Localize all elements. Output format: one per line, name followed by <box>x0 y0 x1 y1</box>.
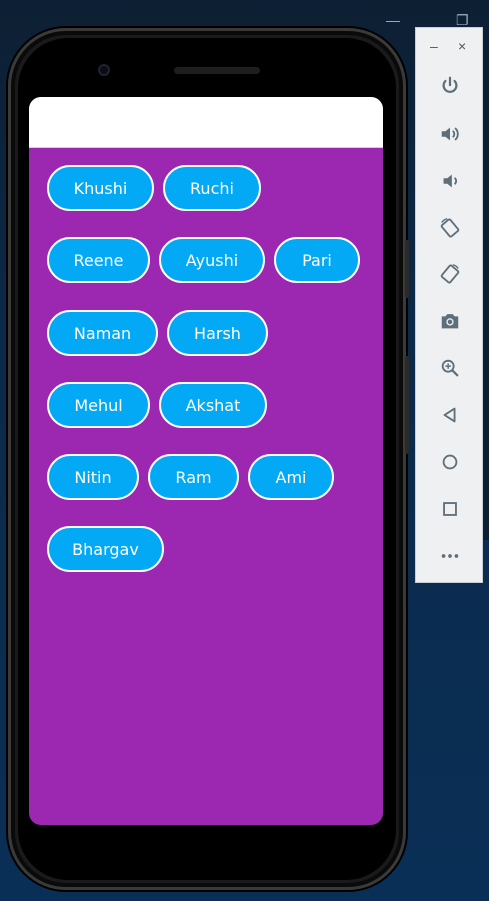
camera-icon[interactable] <box>436 307 464 335</box>
background-window-edge <box>483 40 489 540</box>
chip-naman[interactable]: Naman <box>47 310 158 356</box>
power-side-button <box>405 240 409 298</box>
desktop-minimize-icon[interactable]: — <box>386 12 400 28</box>
chip-ami[interactable]: Ami <box>248 454 334 500</box>
back-icon[interactable] <box>436 401 464 429</box>
rotate-right-icon[interactable] <box>436 260 464 288</box>
chip-akshat[interactable]: Akshat <box>159 382 267 428</box>
power-icon[interactable] <box>436 72 464 100</box>
chip-pari[interactable]: Pari <box>274 237 360 283</box>
chip-ram[interactable]: Ram <box>148 454 239 500</box>
chip-nitin[interactable]: Nitin <box>47 454 139 500</box>
chip-mehul[interactable]: Mehul <box>47 382 150 428</box>
toolbar-minimize-button[interactable]: – <box>430 38 438 54</box>
emulator-toolbar: – × <box>415 27 483 583</box>
earpiece-speaker <box>174 67 260 74</box>
chip-khushi[interactable]: Khushi <box>47 165 154 211</box>
volume-up-icon[interactable] <box>436 120 464 148</box>
overview-icon[interactable] <box>436 495 464 523</box>
home-icon[interactable] <box>436 448 464 476</box>
chip-wrap: Khushi Ruchi Reene Ayushi Pari Naman Har… <box>29 147 383 825</box>
app-bar <box>29 97 383 148</box>
chip-bhargav[interactable]: Bhargav <box>47 526 164 572</box>
zoom-icon[interactable] <box>436 354 464 382</box>
chip-ruchi[interactable]: Ruchi <box>163 165 261 211</box>
more-icon[interactable] <box>436 542 464 570</box>
toolbar-close-button[interactable]: × <box>458 38 466 54</box>
chip-harsh[interactable]: Harsh <box>167 310 268 356</box>
chip-ayushi[interactable]: Ayushi <box>159 237 265 283</box>
app-screen: Khushi Ruchi Reene Ayushi Pari Naman Har… <box>29 97 383 825</box>
volume-down-icon[interactable] <box>436 167 464 195</box>
chip-reene[interactable]: Reene <box>47 237 150 283</box>
rotate-left-icon[interactable] <box>436 214 464 242</box>
volume-side-button <box>405 356 409 454</box>
front-camera <box>98 64 110 76</box>
